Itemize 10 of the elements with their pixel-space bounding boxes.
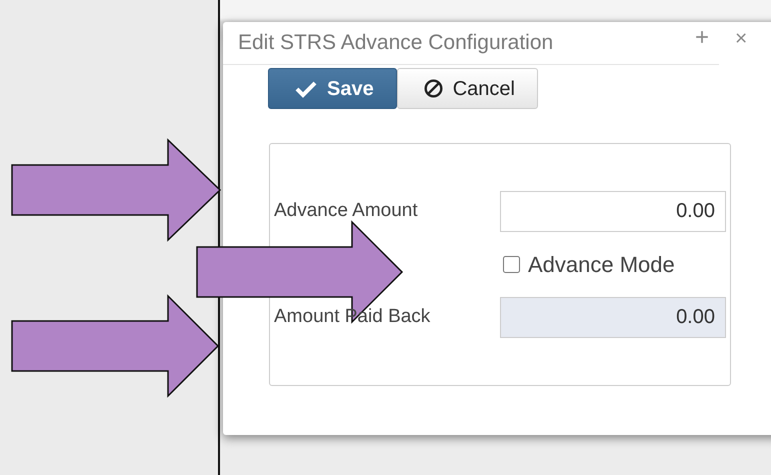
checkbox[interactable]: [503, 256, 520, 272]
input-field[interactable]: 0.00: [500, 190, 726, 232]
prohibited-icon: [424, 79, 443, 98]
cancel-button[interactable]: Cancel: [396, 68, 538, 109]
check-icon: [295, 80, 317, 98]
dialog-title: Edit STRS Advance Configuration: [238, 30, 554, 56]
input-field[interactable]: 0.00: [500, 296, 726, 338]
checkbox-label: Advance Mode: [528, 250, 675, 278]
save-button[interactable]: Save: [268, 68, 397, 109]
field-label: Advance Amount: [274, 198, 419, 223]
